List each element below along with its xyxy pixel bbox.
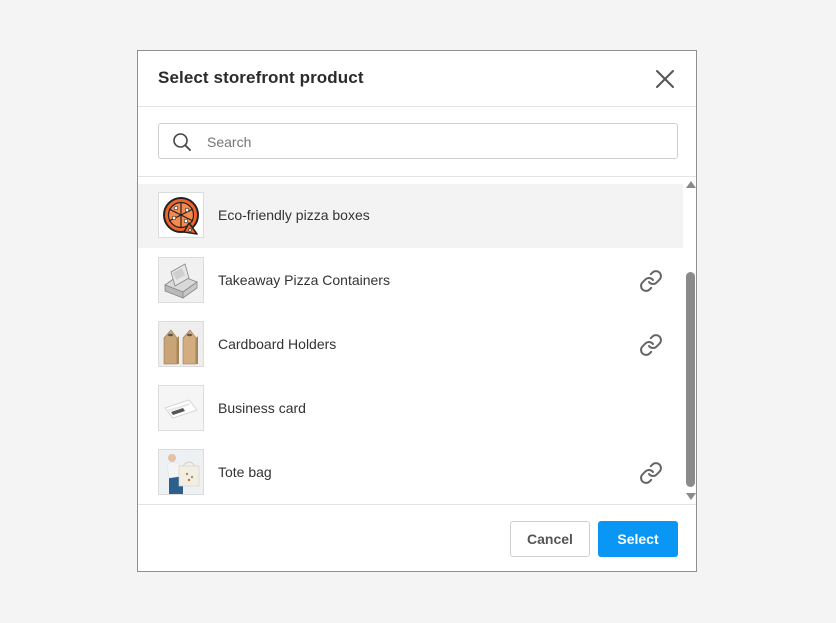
search-input[interactable] <box>205 125 669 159</box>
tote-bag-photo <box>158 449 204 495</box>
list-item[interactable]: Takeaway Pizza Containers <box>138 249 683 313</box>
dialog-title: Select storefront product <box>158 68 364 87</box>
close-icon[interactable] <box>654 68 676 90</box>
dialog-header: Select storefront product <box>138 51 696 107</box>
list-item[interactable]: Tote bag <box>138 441 683 504</box>
search-area <box>138 107 696 177</box>
list-item[interactable]: Cardboard Holders <box>138 313 683 377</box>
scroll-up-arrow[interactable] <box>686 181 696 188</box>
list-item-label: Takeaway Pizza Containers <box>218 272 390 288</box>
scroll-down-arrow[interactable] <box>686 493 696 500</box>
select-button[interactable]: Select <box>598 521 678 557</box>
business-card-photo <box>158 385 204 431</box>
link-icon[interactable] <box>639 461 663 485</box>
product-list: Eco-friendly pizza boxes Takeaway Pizza … <box>138 177 683 504</box>
scrollbar-thumb[interactable] <box>686 272 695 487</box>
select-product-dialog: Select storefront product Search Eco-fri… <box>137 50 697 572</box>
cardboard-holders-photo <box>158 321 204 367</box>
pizza-icon <box>158 192 204 238</box>
dialog-footer: Cancel Select <box>138 504 696 572</box>
list-item-label: Cardboard Holders <box>218 336 337 352</box>
cancel-button[interactable]: Cancel <box>510 521 590 557</box>
list-item-label: Business card <box>218 400 306 416</box>
link-icon[interactable] <box>639 269 663 293</box>
link-icon[interactable] <box>639 333 663 357</box>
search-icon <box>172 132 192 152</box>
pizza-container-photo <box>158 257 204 303</box>
list-item[interactable]: Business card <box>138 377 683 441</box>
list-item-label: Tote bag <box>218 464 272 480</box>
search-box[interactable] <box>158 123 678 159</box>
list-scrollbar[interactable] <box>683 177 698 504</box>
list-item-label: Eco-friendly pizza boxes <box>218 207 370 223</box>
list-item[interactable]: Eco-friendly pizza boxes <box>138 184 683 248</box>
